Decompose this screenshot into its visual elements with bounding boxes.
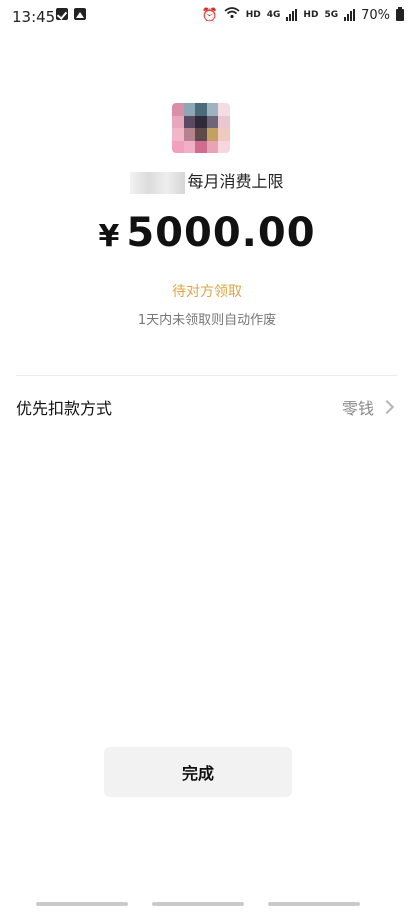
- network-label-2: 5G: [324, 10, 339, 20]
- payment-method-value-wrap: 零钱: [342, 395, 398, 419]
- notification-icons: [56, 8, 86, 20]
- battery-icon: [396, 7, 404, 21]
- status-bar: 13:45 ⏰ HD 4G HD 5G 70%: [0, 0, 414, 34]
- battery-percent: 70%: [361, 7, 390, 23]
- transfer-amount: ¥5000.00: [0, 210, 414, 256]
- payment-method-value: 零钱: [341, 399, 374, 418]
- status-time: 13:45: [12, 8, 56, 26]
- nav-recent-handle[interactable]: [36, 902, 128, 906]
- signal-icon: [286, 9, 298, 21]
- status-indicators: ⏰ HD 4G HD 5G 70%: [202, 7, 404, 23]
- alarm-icon: ⏰: [201, 7, 218, 23]
- expire-note: 1天内未领取则自动作废: [137, 313, 277, 328]
- signal-icon-2: [344, 9, 356, 21]
- hd-label-2: HD: [303, 10, 319, 20]
- status-text: 待对方领取: [172, 284, 242, 300]
- network-label-1: 4G: [266, 10, 281, 20]
- payment-method-label: 优先扣款方式: [16, 399, 113, 418]
- divider: [16, 375, 398, 376]
- recipient-avatar: [172, 103, 230, 153]
- payment-method-row[interactable]: 优先扣款方式 零钱: [16, 392, 398, 422]
- recipient-name-blurred: [130, 171, 186, 194]
- done-button[interactable]: 完成: [104, 747, 292, 797]
- hd-label-1: HD: [245, 10, 261, 20]
- checkbox-icon: [56, 8, 68, 20]
- nav-home-handle[interactable]: [152, 902, 244, 906]
- title-text: 每月消费上限: [187, 172, 284, 191]
- currency-symbol: ¥: [98, 219, 121, 254]
- amount-value: 5000.00: [126, 210, 316, 256]
- chevron-right-icon: [379, 399, 395, 415]
- wifi-icon: [224, 7, 240, 23]
- nav-back-handle[interactable]: [268, 902, 360, 906]
- transfer-title: 每月消费上限: [0, 168, 414, 194]
- photo-icon: [74, 8, 86, 20]
- navigation-bar: [0, 902, 414, 912]
